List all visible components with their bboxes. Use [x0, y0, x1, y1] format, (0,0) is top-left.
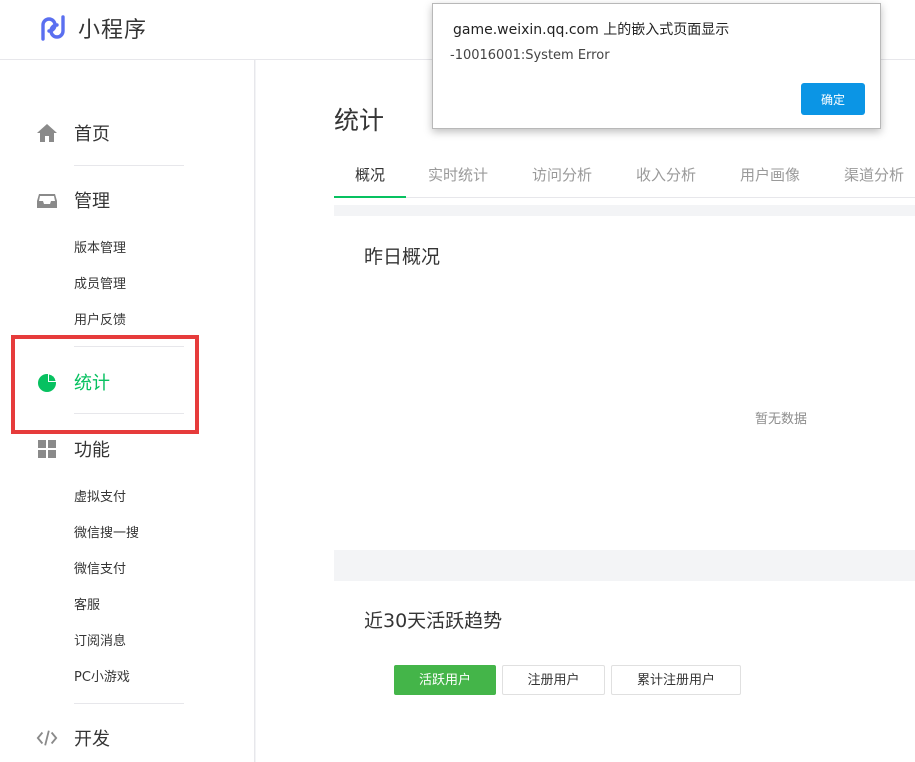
- sidebar-item-virtual-payment[interactable]: 虚拟支付: [74, 488, 126, 508]
- sidebar-item-version-management[interactable]: 版本管理: [74, 239, 126, 259]
- sidebar-item-wechat-search[interactable]: 微信搜一搜: [74, 524, 139, 544]
- tab-overview[interactable]: 概况: [334, 156, 406, 198]
- page-title: 统计: [334, 106, 385, 135]
- sidebar-item-label: 功能: [74, 440, 110, 461]
- overview-card-title: 昨日概况: [364, 246, 441, 268]
- card-gap: [334, 550, 915, 581]
- sidebar-item-pc-minigame[interactable]: PC小游戏: [74, 668, 130, 688]
- sidebar-item-user-feedback[interactable]: 用户反馈: [74, 311, 126, 331]
- sidebar-divider: [74, 165, 184, 166]
- empty-data-text: 暂无数据: [755, 412, 808, 427]
- sidebar-item-label: 管理: [74, 191, 110, 212]
- sidebar-item-label: 开发: [74, 729, 110, 750]
- tab-user-portrait[interactable]: 用户画像: [730, 156, 810, 196]
- tab-bar: 概况 实时统计 访问分析 收入分析 用户画像 渠道分析: [334, 156, 915, 198]
- sidebar-item-subscription-messages[interactable]: 订阅消息: [74, 632, 126, 652]
- code-icon: [36, 727, 58, 749]
- trend-button-group: 活跃用户 注册用户 累计注册用户: [394, 665, 747, 695]
- registered-users-button[interactable]: 注册用户: [502, 665, 605, 695]
- sidebar-item-manage[interactable]: 管理: [36, 185, 110, 215]
- sidebar-item-label: 首页: [74, 124, 110, 145]
- dialog-message: -10016001:System Error: [450, 48, 610, 63]
- home-icon: [36, 122, 58, 144]
- tab-visit-analysis[interactable]: 访问分析: [522, 156, 602, 196]
- dialog-ok-button[interactable]: 确定: [801, 83, 865, 115]
- tab-revenue-analysis[interactable]: 收入分析: [626, 156, 706, 196]
- inbox-icon: [36, 189, 58, 211]
- active-users-button[interactable]: 活跃用户: [394, 665, 496, 695]
- sidebar-item-home[interactable]: 首页: [36, 118, 110, 148]
- highlight-box: [11, 335, 199, 434]
- tab-realtime[interactable]: 实时统计: [418, 156, 498, 196]
- brand[interactable]: 小程序: [37, 12, 147, 44]
- overview-card: 昨日概况 暂无数据: [334, 216, 915, 550]
- alert-dialog: game.weixin.qq.com 上的嵌入式页面显示 -10016001:S…: [432, 3, 881, 129]
- trend-card-title: 近30天活跃趋势: [364, 610, 503, 632]
- brand-name: 小程序: [78, 18, 148, 43]
- tab-channel-analysis[interactable]: 渠道分析: [834, 156, 914, 196]
- sidebar-divider: [74, 703, 184, 704]
- dialog-title: game.weixin.qq.com 上的嵌入式页面显示: [453, 22, 730, 38]
- sidebar-item-development[interactable]: 开发: [36, 723, 110, 753]
- grid-icon: [36, 438, 58, 460]
- miniprogram-logo-icon: [41, 15, 65, 41]
- sidebar-item-wechat-pay[interactable]: 微信支付: [74, 560, 126, 580]
- sidebar-item-customer-service[interactable]: 客服: [74, 596, 100, 616]
- sidebar-item-member-management[interactable]: 成员管理: [74, 275, 126, 295]
- sidebar-item-features[interactable]: 功能: [36, 434, 110, 464]
- trend-card: 近30天活跃趋势 活跃用户 注册用户 累计注册用户: [334, 581, 915, 762]
- cumulative-registered-users-button[interactable]: 累计注册用户: [611, 665, 741, 695]
- card-gap: [334, 205, 915, 216]
